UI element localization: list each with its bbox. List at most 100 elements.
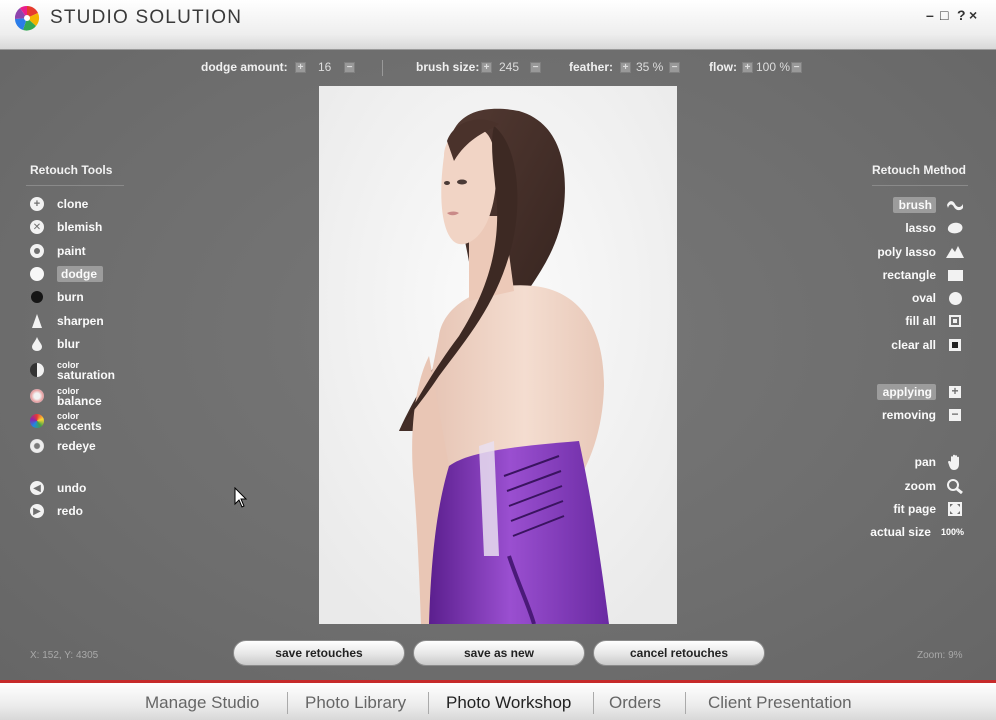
tool-label: sharpen (57, 314, 104, 328)
dodge-amount-decrease-button[interactable]: − (344, 62, 355, 73)
tool-label: burn (57, 290, 84, 304)
portrait-photo (319, 86, 677, 624)
tool-blemish[interactable]: ✕ blemish (30, 217, 102, 237)
method-label: actual size (870, 525, 931, 539)
mouse-cursor-icon (234, 487, 248, 508)
save-retouches-button[interactable]: save retouches (233, 640, 405, 666)
tool-color-balance[interactable]: color balance (30, 386, 102, 407)
drop-icon (30, 337, 44, 351)
tool-label: dodge (57, 266, 103, 282)
tool-label: accents (57, 419, 102, 433)
retouch-method-title: Retouch Method (872, 163, 966, 177)
method-fill-all[interactable]: fill all (905, 311, 964, 331)
nav-photo-workshop[interactable]: Photo Workshop (446, 693, 571, 713)
method-oval[interactable]: oval (912, 288, 964, 308)
tool-sharpen[interactable]: sharpen (30, 311, 104, 331)
cancel-retouches-button[interactable]: cancel retouches (593, 640, 765, 666)
tool-label: blur (57, 337, 80, 351)
nav-divider (287, 692, 288, 714)
feather-label: feather: (569, 60, 614, 74)
tool-redeye[interactable]: redeye (30, 436, 96, 456)
view-pan[interactable]: pan (915, 452, 964, 472)
nav-divider (428, 692, 429, 714)
view-zoom[interactable]: zoom (905, 476, 964, 496)
mode-applying[interactable]: applying + (876, 382, 964, 402)
cursor-coordinates: X: 152, Y: 4305 (30, 650, 99, 661)
half-circle-icon (30, 363, 44, 377)
redo-arrow-icon: ▶ (30, 504, 44, 518)
flow-increase-button[interactable]: + (742, 62, 753, 73)
feather-increase-button[interactable]: + (620, 62, 631, 73)
oval-icon (946, 290, 964, 306)
brush-icon (946, 197, 964, 213)
tool-paint[interactable]: paint (30, 241, 86, 261)
feather-decrease-button[interactable]: − (669, 62, 680, 73)
brush-size-decrease-button[interactable]: − (530, 62, 541, 73)
feather-value: 35 % (636, 60, 664, 74)
help-button[interactable]: ? (957, 7, 966, 23)
method-clear-all[interactable]: clear all (891, 335, 964, 355)
tool-label: undo (57, 481, 87, 495)
method-label: clear all (891, 338, 936, 352)
actual-size-icon: 100% (940, 527, 964, 537)
tool-label: blemish (57, 220, 103, 234)
color-wheel-icon (30, 414, 44, 428)
flow-value: 100 % (756, 60, 791, 74)
method-brush[interactable]: brush (892, 195, 964, 215)
method-lasso[interactable]: lasso (905, 218, 964, 238)
tool-label: paint (57, 244, 86, 258)
flow-decrease-button[interactable]: − (791, 62, 802, 73)
brush-size-increase-button[interactable]: + (481, 62, 492, 73)
tool-color-accents[interactable]: color accents (30, 411, 102, 433)
save-as-new-button[interactable]: save as new (413, 640, 585, 666)
maximize-button[interactable]: □ (940, 7, 948, 23)
tool-label: redo (57, 504, 84, 518)
method-label: removing (881, 408, 936, 422)
minimize-button[interactable]: – (926, 7, 934, 23)
toolbar-divider (382, 60, 383, 76)
color-balance-icon (30, 389, 44, 403)
mode-removing[interactable]: removing − (882, 405, 964, 425)
plus-circle-icon: + (30, 197, 44, 211)
retouch-tools-divider (26, 185, 124, 186)
plus-square-icon: + (946, 384, 964, 400)
view-actual-size[interactable]: actual size 100% (870, 522, 964, 542)
hand-icon (946, 454, 964, 470)
ring-icon (30, 244, 44, 258)
nav-divider (593, 692, 594, 714)
method-label: oval (911, 291, 936, 305)
method-label: pan (914, 455, 936, 469)
tool-dodge[interactable]: dodge (30, 264, 103, 284)
tool-label: saturation (57, 368, 116, 382)
flow-label: flow: (709, 60, 737, 74)
redo-button[interactable]: ▶ redo (30, 501, 83, 521)
minus-square-icon: − (946, 407, 964, 423)
brush-size-value: 245 (499, 60, 520, 74)
nav-photo-library[interactable]: Photo Library (305, 693, 406, 713)
view-fit-page[interactable]: fit page (893, 499, 964, 519)
tool-blur[interactable]: blur (30, 334, 80, 354)
tool-clone[interactable]: + clone (30, 194, 88, 214)
nav-client-presentation[interactable]: Client Presentation (708, 693, 852, 713)
tool-burn[interactable]: burn (30, 287, 84, 307)
tool-color-saturation[interactable]: color saturation (30, 360, 116, 382)
poly-lasso-icon (946, 244, 964, 260)
retouch-method-divider (872, 185, 968, 186)
brush-size-label: brush size: (416, 60, 480, 74)
dodge-amount-increase-button[interactable]: + (295, 62, 306, 73)
tool-label: clone (57, 197, 89, 211)
app-title: STUDIO SOLUTION (50, 7, 243, 28)
nav-manage-studio[interactable]: Manage Studio (145, 693, 259, 713)
nav-orders[interactable]: Orders (609, 693, 661, 713)
method-label: applying (876, 384, 936, 400)
photo-canvas[interactable] (319, 86, 677, 624)
method-rectangle[interactable]: rectangle (883, 265, 964, 285)
studio-logo-icon (14, 5, 40, 31)
undo-button[interactable]: ◀ undo (30, 478, 86, 498)
fit-page-icon (946, 501, 964, 517)
method-label: brush (892, 197, 936, 213)
retouch-tools-title: Retouch Tools (30, 163, 113, 177)
close-button[interactable]: × (969, 7, 977, 23)
method-poly-lasso[interactable]: poly lasso (877, 242, 964, 262)
main-nav: Manage Studio Photo Library Photo Worksh… (0, 680, 996, 720)
